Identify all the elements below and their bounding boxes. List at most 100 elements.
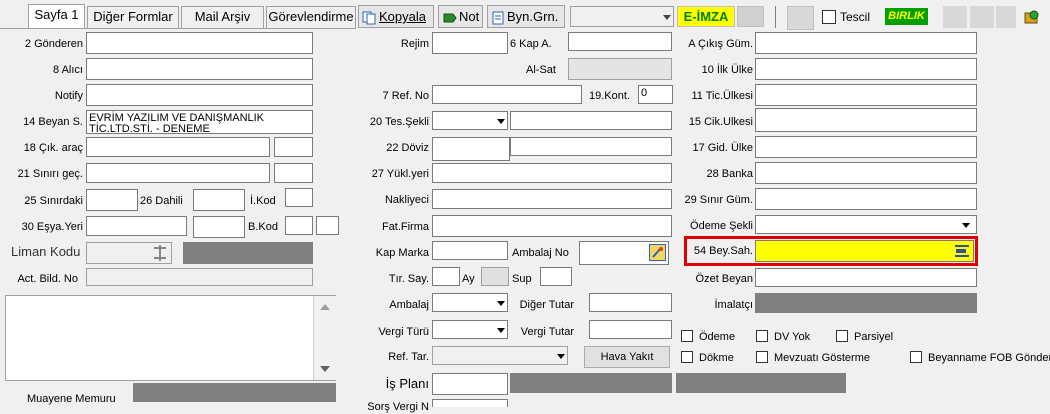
extra-input[interactable] <box>432 399 508 407</box>
ref-no-label: 7 Ref. No <box>382 90 429 102</box>
sinir-gec-label: 21 Sınırı geç. <box>17 168 83 180</box>
bkod-input[interactable] <box>285 216 313 235</box>
vergi-turu-select[interactable] <box>432 320 508 339</box>
sup-input[interactable] <box>540 267 572 286</box>
toolbar-separator <box>775 6 776 28</box>
fob-checkbox[interactable] <box>910 351 922 363</box>
eimza-button[interactable]: E-İMZA <box>677 6 735 27</box>
tes-sekli-select[interactable] <box>432 111 508 130</box>
odeme-sekli-select[interactable] <box>755 215 977 234</box>
ref-tar-select[interactable] <box>432 346 568 365</box>
ambalaj-select[interactable] <box>432 293 508 312</box>
tir-say-label: Tır. Say. <box>388 273 429 285</box>
is-plani-input[interactable] <box>432 373 508 395</box>
chevron-down-icon <box>497 118 505 124</box>
tescil-checkbox[interactable] <box>822 10 836 24</box>
hava-yakit-button[interactable]: Hava Yakıt <box>584 346 670 368</box>
doviz-input[interactable] <box>432 137 510 161</box>
rejim-input[interactable] <box>432 32 508 54</box>
scroll-up-icon[interactable] <box>320 304 330 310</box>
bkod-extra-input[interactable] <box>316 216 339 235</box>
sinirdaki-input[interactable] <box>86 189 138 211</box>
toolbar-blank-2[interactable] <box>787 6 814 30</box>
tab-sayfa-1[interactable]: Sayfa 1 <box>28 4 85 28</box>
edit-icon[interactable] <box>649 244 666 261</box>
kap-a-input[interactable] <box>568 32 672 51</box>
kap-marka-input[interactable] <box>432 241 508 260</box>
alici-input[interactable] <box>86 58 313 80</box>
ref-no-input[interactable] <box>432 85 582 104</box>
toolbar-blank-1[interactable] <box>737 6 764 27</box>
doviz-label: 22 Döviz <box>386 142 429 154</box>
liman-kodu-desc <box>183 242 313 264</box>
fat-firma-input[interactable] <box>432 215 672 237</box>
toolbar-combo[interactable] <box>570 6 674 27</box>
ilk-ulke-input[interactable] <box>755 58 977 80</box>
tic-ulkesi-input[interactable] <box>755 84 977 106</box>
cik-arac-input[interactable] <box>86 137 270 157</box>
vergi-tutar-input[interactable] <box>589 320 672 339</box>
scroll-down-icon[interactable] <box>320 366 330 372</box>
doviz-desc[interactable] <box>510 137 672 156</box>
cik-ulkesi-input[interactable] <box>755 108 977 132</box>
bey-sah-input[interactable] <box>755 240 974 262</box>
gid-ulke-input[interactable] <box>755 136 977 158</box>
mevzuati-label: Mevzuatı Gösterme <box>774 352 870 364</box>
sinir-gum-input[interactable] <box>755 188 977 210</box>
imalatci-label: İmalatçı <box>714 299 753 311</box>
tab-diger-formlar[interactable]: Diğer Formlar <box>87 6 179 28</box>
cik-arac-extra-input[interactable] <box>274 137 313 157</box>
kont-input[interactable]: 0 <box>638 85 673 104</box>
lookup-icon[interactable] <box>955 245 969 257</box>
esya-yeri-input[interactable] <box>86 216 187 236</box>
odeme-checkbox[interactable] <box>681 330 693 342</box>
yukl-yeri-input[interactable] <box>432 163 672 183</box>
yukl-yeri-label: 27 Yükl.yeri <box>371 168 429 180</box>
ozet-beyan-input[interactable] <box>755 268 977 287</box>
gonderen-input[interactable] <box>86 32 313 54</box>
settings-tool-icon[interactable] <box>1022 7 1042 27</box>
banka-input[interactable] <box>755 162 977 184</box>
parsiyel-checkbox[interactable] <box>836 330 848 342</box>
tab-gorevlendirme[interactable]: Görevlendirme <box>266 6 356 28</box>
birlik-logo[interactable]: BIRLIK <box>885 8 928 25</box>
nakliyeci-input[interactable] <box>432 189 672 209</box>
tir-say-input[interactable] <box>432 267 460 286</box>
notes-scrollbar[interactable] <box>313 296 336 380</box>
copy-button[interactable]: Kopyala <box>358 5 434 28</box>
sinir-gec-extra-input[interactable] <box>274 163 313 183</box>
a-cikis-input[interactable] <box>755 32 977 54</box>
ay-input[interactable] <box>481 267 509 286</box>
is-plani-label: İş Planı <box>385 376 429 391</box>
tescil-label: Tescil <box>840 10 871 24</box>
dahili-label: 26 Dahili <box>140 195 183 207</box>
mevzuati-checkbox[interactable] <box>756 351 768 363</box>
muayene-input[interactable] <box>133 383 336 402</box>
dahili-input[interactable] <box>193 189 245 211</box>
tes-sekli-desc[interactable] <box>510 111 672 130</box>
toolbar-blank-5[interactable] <box>996 6 1016 28</box>
act-bild-input[interactable] <box>86 268 313 286</box>
liman-kodu-input[interactable] <box>86 242 172 264</box>
imalatci-input[interactable] <box>755 293 977 313</box>
copy-icon <box>362 11 376 25</box>
ambalaj-no-input[interactable] <box>579 241 669 265</box>
extra-label: Sorş Vergi N <box>367 401 429 413</box>
ikod-input[interactable] <box>285 188 313 207</box>
diger-tutar-input[interactable] <box>589 293 672 312</box>
dokme-checkbox[interactable] <box>681 351 693 363</box>
dv-yok-checkbox[interactable] <box>756 330 768 342</box>
ambalaj-no-label: Ambalaj No <box>512 247 569 259</box>
byn-grn-button[interactable]: Byn.Grn. <box>487 5 565 28</box>
notes-textarea[interactable] <box>5 295 336 381</box>
toolbar-blank-3[interactable] <box>943 6 967 28</box>
al-sat-input[interactable] <box>568 58 672 80</box>
note-button[interactable]: Not <box>438 5 483 28</box>
beyan-value-line-2: TİC.LTD.STİ. - DENEME <box>89 123 210 134</box>
notify-input[interactable] <box>86 84 313 106</box>
esya-yeri-extra-input[interactable] <box>193 216 245 238</box>
tab-mail-arsiv[interactable]: Mail Arşiv <box>181 6 264 28</box>
beyan-input[interactable]: EVRİM YAZILIM VE DANIŞMANLIK TİC.LTD.STİ… <box>86 110 313 134</box>
toolbar-blank-4[interactable] <box>970 6 994 28</box>
sinir-gec-input[interactable] <box>86 163 270 183</box>
